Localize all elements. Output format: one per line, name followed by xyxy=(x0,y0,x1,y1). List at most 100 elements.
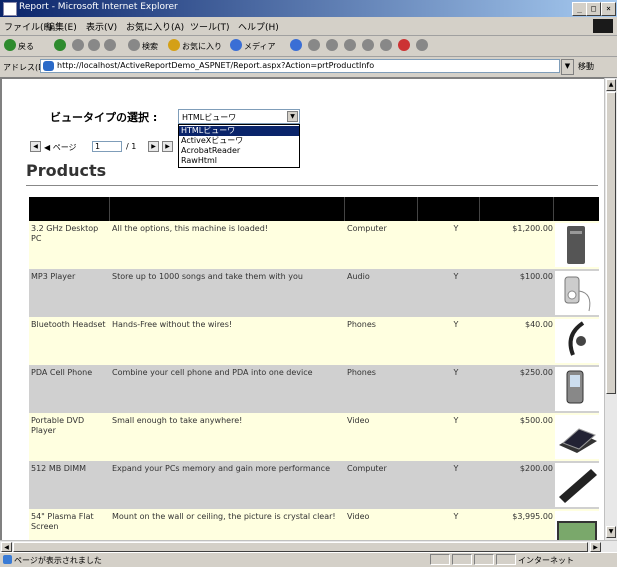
table-row: PDA Cell Phone Combine your cell phone an… xyxy=(29,365,599,413)
scroll-left-icon[interactable]: ◀ xyxy=(1,542,12,552)
header-divider xyxy=(479,197,480,221)
product-description: Combine your cell phone and PDA into one… xyxy=(112,368,313,377)
table-row: MP3 Player Store up to 1000 songs and tak… xyxy=(29,269,599,317)
product-price: $500.00 xyxy=(519,416,553,425)
scroll-down-icon[interactable]: ▼ xyxy=(606,526,616,538)
product-category: Phones xyxy=(347,320,376,329)
scroll-up-icon[interactable]: ▲ xyxy=(606,79,616,91)
status-pane xyxy=(452,554,472,565)
refresh-icon[interactable] xyxy=(88,39,100,51)
option-acrobat-reader[interactable]: AcrobatReader xyxy=(179,146,299,156)
media-icon[interactable] xyxy=(230,39,242,51)
menu-help[interactable]: ヘルプ(H) xyxy=(238,20,279,33)
menu-edit[interactable]: 編集(E) xyxy=(46,20,77,33)
status-text: ページが表示されました xyxy=(14,556,102,565)
research-icon[interactable] xyxy=(416,39,428,51)
chevron-down-icon[interactable]: ▼ xyxy=(287,111,298,122)
view-type-value[interactable]: HTMLビューワ xyxy=(182,112,236,123)
product-in-stock: Y xyxy=(453,512,459,521)
search-icon[interactable] xyxy=(128,39,140,51)
product-in-stock: Y xyxy=(453,416,459,425)
header-divider xyxy=(344,197,345,221)
minimize-button[interactable]: _ xyxy=(572,2,587,16)
internet-zone: インターネット xyxy=(518,556,574,565)
history-icon[interactable] xyxy=(290,39,302,51)
horizontal-scrollbar[interactable]: ◀ ▶ xyxy=(0,540,617,552)
address-url[interactable]: http://localhost/ActiveReportDemo_ASPNET… xyxy=(57,61,374,70)
scroll-thumb[interactable] xyxy=(13,542,588,552)
edit-icon[interactable] xyxy=(344,39,356,51)
forward-icon[interactable] xyxy=(54,39,66,51)
stop-icon[interactable] xyxy=(72,39,84,51)
table-row: 54" Plasma Flat Screen Mount on the wall … xyxy=(29,509,599,540)
dimm-image xyxy=(555,463,599,507)
prev-page-button[interactable]: ◀ ページ xyxy=(44,142,77,153)
media-label[interactable]: メディア xyxy=(244,41,275,52)
product-description: Small enough to take anywhere! xyxy=(112,416,243,425)
menu-bar: ファイル(F) 編集(E) 表示(V) お気に入り(A) ツール(T) ヘルプ(… xyxy=(0,17,617,36)
product-name: Bluetooth Headset xyxy=(31,320,106,329)
product-category: Computer xyxy=(347,464,387,473)
menu-view[interactable]: 表示(V) xyxy=(86,20,117,33)
option-activex-viewer[interactable]: ActiveXビューワ xyxy=(179,136,299,146)
product-description: Hands-Free without the wires! xyxy=(112,320,233,329)
next-page-icon[interactable]: ▶ xyxy=(148,141,159,152)
print-icon[interactable] xyxy=(326,39,338,51)
product-category: Video xyxy=(347,416,370,425)
address-dropdown-icon[interactable]: ▼ xyxy=(561,59,574,75)
page-total: / 1 xyxy=(126,142,137,151)
home-icon[interactable] xyxy=(104,39,116,51)
product-description: All the options, this machine is loaded! xyxy=(112,224,268,233)
discuss-icon[interactable] xyxy=(362,39,374,51)
close-button[interactable]: × xyxy=(601,2,616,16)
scroll-right-icon[interactable]: ▶ xyxy=(590,542,601,552)
menu-file[interactable]: ファイル(F) xyxy=(4,20,52,33)
page-number-input[interactable]: 1 xyxy=(92,141,122,152)
product-name: Portable DVD Player xyxy=(31,416,85,435)
menu-tools[interactable]: ツール(T) xyxy=(190,20,230,33)
last-page-icon[interactable]: ▶ xyxy=(162,141,173,152)
back-icon[interactable] xyxy=(4,39,16,51)
maximize-button[interactable]: □ xyxy=(586,2,601,16)
messenger-icon[interactable] xyxy=(380,39,392,51)
favorites-icon[interactable] xyxy=(168,39,180,51)
product-name: MP3 Player xyxy=(31,272,76,281)
product-in-stock: Y xyxy=(453,320,459,329)
search-label[interactable]: 検索 xyxy=(142,41,158,52)
status-pane xyxy=(430,554,450,565)
product-category: Audio xyxy=(347,272,370,281)
favorites-label[interactable]: お気に入り xyxy=(182,41,222,52)
menu-favorites[interactable]: お気に入り(A) xyxy=(126,20,184,33)
mp3-player-image xyxy=(555,271,599,315)
toolbar: 戻る 検索 お気に入り メディア xyxy=(0,36,617,57)
view-type-select[interactable]: HTMLビューワ ▼ xyxy=(178,109,300,124)
page-done-icon xyxy=(3,555,12,564)
desktop-pc-image xyxy=(555,223,599,267)
product-description: Store up to 1000 songs and take them wit… xyxy=(112,272,303,281)
product-in-stock: Y xyxy=(453,368,459,377)
first-page-icon[interactable]: ◀ xyxy=(30,141,41,152)
view-type-dropdown: HTMLビューワ ActiveXビューワ AcrobatReader RawHt… xyxy=(178,124,300,168)
status-bar: ページが表示されました インターネット xyxy=(0,552,617,567)
header-divider xyxy=(553,197,554,221)
go-button[interactable]: 移動 xyxy=(578,61,594,72)
product-in-stock: Y xyxy=(453,272,459,281)
table-row: 3.2 GHz Desktop PC All the options, this … xyxy=(29,221,599,269)
option-html-viewer[interactable]: HTMLビューワ xyxy=(179,126,299,136)
view-type-label: ビュータイプの選択 : xyxy=(50,111,158,124)
product-in-stock: Y xyxy=(453,224,459,233)
option-raw-html[interactable]: RawHtml xyxy=(179,156,299,166)
windows-logo-icon xyxy=(593,19,613,33)
ie-icon xyxy=(3,2,17,16)
back-label[interactable]: 戻る xyxy=(18,41,34,52)
mail-icon[interactable] xyxy=(308,39,320,51)
table-row: 512 MB DIMM Expand your PCs memory and ga… xyxy=(29,461,599,509)
address-input[interactable]: http://localhost/ActiveReportDemo_ASPNET… xyxy=(40,59,560,73)
vertical-scrollbar[interactable]: ▲ ▼ xyxy=(604,78,617,540)
product-description: Mount on the wall or ceiling, the pictur… xyxy=(112,512,336,521)
office-icon[interactable] xyxy=(398,39,410,51)
scroll-thumb[interactable] xyxy=(606,92,616,394)
page-icon xyxy=(43,61,54,71)
status-pane xyxy=(496,554,516,565)
table-row: Portable DVD Player Small enough to take … xyxy=(29,413,599,461)
